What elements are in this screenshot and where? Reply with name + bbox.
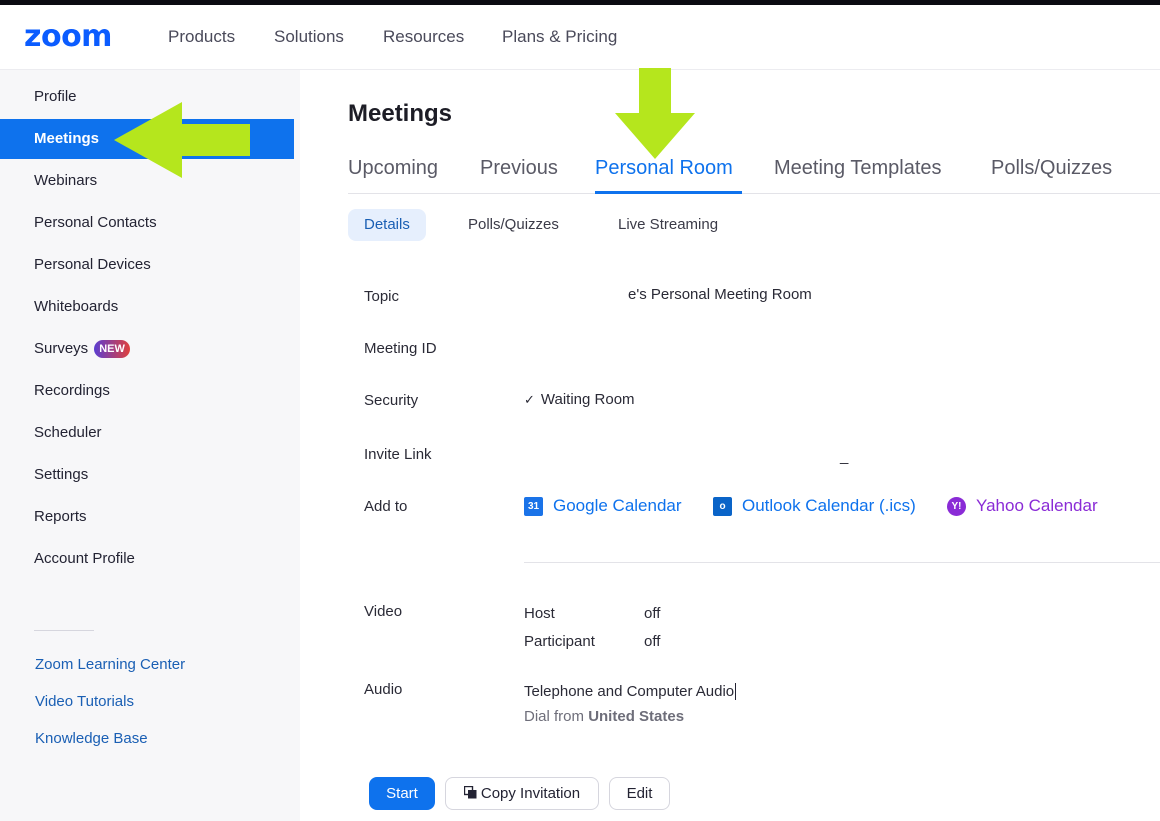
topic-label: Topic [364, 288, 400, 305]
tab-polls-quizzes[interactable]: Polls/Quizzes [991, 157, 1112, 180]
outlook-calendar-link[interactable]: o Outlook Calendar (.ics) [713, 496, 916, 516]
subtab-live-streaming[interactable]: Live Streaming [602, 209, 734, 241]
sidebar-divider [34, 630, 94, 631]
yahoo-calendar-label: Yahoo Calendar [976, 496, 1098, 515]
invite-link-label: Invite Link [364, 446, 432, 463]
sidebar-item-personal-contacts[interactable]: Personal Contacts [0, 203, 294, 243]
main-content: Meetings Upcoming Previous Personal Room… [300, 70, 1160, 821]
sidebar-item-surveys[interactable]: Surveys NEW [0, 329, 294, 369]
add-to-label: Add to [364, 498, 408, 515]
tab-previous[interactable]: Previous [480, 157, 558, 180]
tab-meeting-templates[interactable]: Meeting Templates [774, 157, 942, 180]
sidebar-item-whiteboards[interactable]: Whiteboards [0, 287, 294, 327]
nav-plans-pricing[interactable]: Plans & Pricing [502, 27, 617, 47]
google-calendar-link[interactable]: 31 Google Calendar [524, 496, 682, 516]
google-calendar-icon: 31 [524, 496, 543, 516]
sidebar-item-settings[interactable]: Settings [0, 455, 294, 495]
copy-invitation-label: Copy Invitation [480, 785, 581, 802]
yahoo-calendar-link[interactable]: Y! Yahoo Calendar [947, 496, 1098, 516]
audio-value: Telephone and Computer Audio [524, 683, 737, 700]
video-label: Video [364, 603, 403, 620]
left-arrow-annotation-icon [114, 102, 250, 178]
security-value: ✓ Waiting Room [524, 391, 635, 408]
topic-value: e's Personal Meeting Room [628, 286, 812, 303]
nav-products[interactable]: Products [168, 27, 235, 47]
nav-resources[interactable]: Resources [383, 27, 464, 47]
tabs-divider [348, 193, 1160, 194]
google-calendar-label: Google Calendar [553, 496, 682, 515]
dial-from-country: United States [588, 708, 685, 725]
video-participant-label: Participant [524, 633, 595, 650]
audio-label: Audio [364, 681, 403, 698]
video-host-value: off [644, 605, 661, 622]
security-label: Security [364, 392, 419, 409]
copy-invitation-button[interactable]: Copy Invitation [445, 777, 599, 810]
link-video-tutorials[interactable]: Video Tutorials [35, 693, 134, 710]
copy-icon [463, 785, 477, 799]
sidebar-item-account-profile[interactable]: Account Profile [0, 539, 294, 579]
edit-button[interactable]: Edit [609, 777, 670, 810]
sidebar: Profile Meetings Webinars Personal Conta… [0, 70, 300, 821]
waiting-room-text: Waiting Room [540, 391, 635, 408]
sidebar-item-scheduler[interactable]: Scheduler [0, 413, 294, 453]
video-participant-value: off [644, 633, 661, 650]
yahoo-icon: Y! [947, 496, 966, 516]
tab-upcoming[interactable]: Upcoming [348, 157, 438, 180]
invite-link-value[interactable]: _ [840, 448, 848, 465]
outlook-icon: o [713, 496, 732, 516]
sidebar-item-personal-devices[interactable]: Personal Devices [0, 245, 294, 285]
sidebar-item-recordings[interactable]: Recordings [0, 371, 294, 411]
sidebar-item-reports[interactable]: Reports [0, 497, 294, 537]
dial-from-prefix: Dial from [524, 708, 585, 725]
subtab-details[interactable]: Details [348, 209, 426, 241]
new-badge: NEW [94, 340, 130, 359]
video-host-label: Host [524, 605, 555, 622]
page-title: Meetings [348, 100, 453, 127]
link-zoom-learning-center[interactable]: Zoom Learning Center [35, 656, 185, 673]
check-icon: ✓ [524, 392, 535, 407]
link-knowledge-base[interactable]: Knowledge Base [35, 730, 148, 747]
active-tab-indicator [595, 191, 742, 194]
section-divider [524, 562, 1160, 563]
zoom-logo[interactable]: zoom [24, 19, 112, 54]
start-button[interactable]: Start [369, 777, 435, 810]
sidebar-item-label: Surveys [34, 340, 89, 357]
tab-personal-room[interactable]: Personal Room [595, 157, 733, 180]
subtab-polls-quizzes[interactable]: Polls/Quizzes [452, 209, 575, 241]
dial-from-text: Dial from United States [524, 708, 684, 725]
nav-solutions[interactable]: Solutions [274, 27, 344, 47]
site-header: zoom Products Solutions Resources Plans … [0, 5, 1160, 70]
outlook-calendar-label: Outlook Calendar (.ics) [742, 496, 916, 515]
meeting-id-label: Meeting ID [364, 340, 437, 357]
